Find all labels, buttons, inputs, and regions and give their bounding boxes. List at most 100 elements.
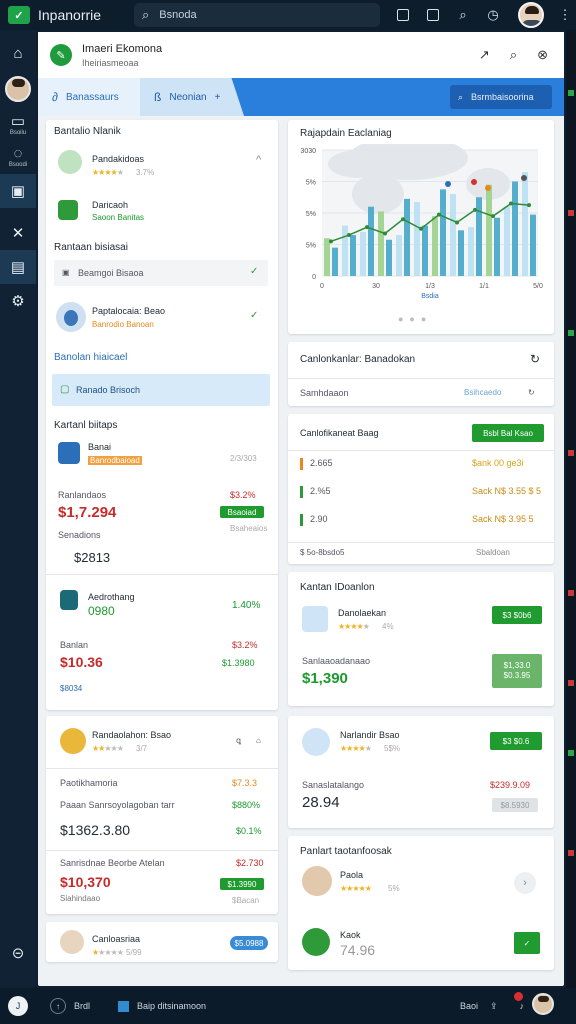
c2-num: 0980: [88, 604, 115, 618]
check-icon[interactable]: ✓: [250, 310, 258, 321]
chart-bar: [486, 184, 492, 276]
search-icon[interactable]: ⌕: [510, 47, 517, 63]
dashboard-icon[interactable]: ▤: [0, 250, 36, 284]
tab2-plus[interactable]: +: [215, 92, 221, 103]
chevron-down-icon[interactable]: ✓: [250, 266, 258, 277]
chart-point: [509, 201, 513, 206]
c3-row2-label: Paaan Sanrsoyolagoban tarr: [60, 800, 175, 810]
p5-big: 28.94: [302, 794, 340, 811]
app-logo-icon[interactable]: ✓: [8, 6, 30, 24]
p6-big: 74.96: [340, 942, 376, 958]
c3-red: $2.730: [236, 858, 264, 868]
home-icon[interactable]: ⌂: [0, 36, 36, 70]
profile-avatar[interactable]: [5, 76, 31, 102]
chart-bar: [350, 235, 356, 276]
zoom-icon[interactable]: ⌕: [454, 6, 472, 24]
help-icon[interactable]: ⊝: [0, 936, 36, 970]
pager-dots[interactable]: ●●●: [398, 314, 432, 324]
refresh-icon[interactable]: ↻: [528, 388, 535, 397]
search-input[interactable]: ⌕ Bsnoda: [134, 3, 380, 27]
start-button[interactable]: J: [8, 996, 28, 1016]
settings-icon[interactable]: ⚙: [0, 284, 36, 318]
chart-bar: [386, 239, 392, 276]
x-tick-label: 1/1: [479, 283, 489, 290]
p5-button[interactable]: $3 $0.6: [490, 732, 542, 750]
app-title: Inpanorrie: [38, 7, 102, 23]
chevron-up-icon[interactable]: ^: [256, 154, 261, 166]
c3-big: $1362.3.80: [60, 822, 131, 838]
chart-bar: [378, 211, 384, 276]
chart-bar: [494, 217, 500, 276]
rail-label-3: Bsoodi: [8, 162, 28, 168]
rating-stars: ★★★★★: [340, 744, 372, 753]
p4-big: $1,390: [302, 670, 348, 687]
p4-name: Danolaekan: [338, 608, 387, 618]
expand-icon[interactable]: ↗: [479, 47, 490, 63]
c3-row2-val: $880%: [232, 800, 261, 810]
refresh-icon[interactable]: ↻: [530, 352, 540, 366]
tab1-label: Banassaurs: [65, 91, 119, 103]
tab-action-button[interactable]: ⌕ Bsrmbaisoorina: [450, 85, 552, 109]
taskbar-avatar[interactable]: [532, 993, 554, 1015]
notification-badge: [514, 992, 523, 1001]
pin-icon[interactable]: ꝗ: [236, 736, 241, 745]
chart-bar: [414, 201, 420, 276]
y-tick-label: 0: [312, 274, 316, 281]
item3-sub: Banrodio Banoan: [92, 320, 154, 329]
c1-value2: $2813: [74, 550, 111, 565]
taskbar-item-1[interactable]: Brdl: [74, 1001, 90, 1011]
close-icon[interactable]: ⊗: [537, 47, 548, 63]
people-panel: Panlart taotanfoosak Paola ★★★★★ 5% › Ka…: [288, 836, 554, 970]
p4-button-2[interactable]: $1,33.0 $0.3.95: [492, 654, 542, 688]
chart-bar: [404, 198, 410, 276]
strip-mark: [568, 210, 574, 216]
c2-red: $3.2%: [232, 640, 258, 650]
panel3-button[interactable]: Bsbl Bal Ksao: [472, 424, 544, 442]
chart-title: Rajapdain Eaclaniag: [300, 128, 392, 139]
rating-stars: ★★★★★: [92, 168, 124, 177]
plant-icon: [58, 200, 78, 220]
p4-button[interactable]: $3 $0b6: [492, 606, 542, 624]
p5-small[interactable]: $8.5930: [492, 798, 538, 812]
taskbar-item-3[interactable]: Baoi: [460, 1001, 478, 1011]
clock-icon[interactable]: ◷: [484, 6, 502, 24]
c4-button[interactable]: $5.0988: [230, 936, 268, 950]
p5-red: $239.9.09: [490, 780, 531, 790]
list-panel: Canlofikaneat Baag Bsbl Bal Ksao 2.665 $a…: [288, 414, 554, 564]
chart-bar: [342, 225, 348, 276]
up-icon[interactable]: ⌂: [256, 736, 261, 745]
board-icon[interactable]: ▣: [0, 174, 36, 208]
check-button[interactable]: ✓: [514, 932, 540, 954]
panel6-title: Panlart taotanfoosak: [300, 846, 392, 857]
top-bar: ✓ Inpanorrie ⌕ Bsnoda ⌕ ◷ ⋮: [0, 0, 576, 30]
edit-icon[interactable]: [424, 6, 442, 24]
share-icon[interactable]: ⇪: [490, 1001, 498, 1012]
divider: [288, 378, 554, 379]
tools-icon[interactable]: ✕: [0, 216, 36, 250]
chevron-right-icon[interactable]: ›: [514, 872, 536, 894]
chart-bar: [458, 230, 464, 276]
tab-banassaurs[interactable]: ∂ Banassaurs: [38, 78, 140, 116]
divider: [288, 450, 554, 451]
taskbar-item-2[interactable]: Baip ditsinamoon: [137, 1001, 206, 1011]
c3-button[interactable]: $1.3990: [220, 878, 264, 890]
y-tick-label: 5%: [306, 243, 316, 250]
chart-bar: [504, 206, 510, 276]
user-avatar[interactable]: [518, 2, 544, 28]
more-icon[interactable]: ⋮: [556, 6, 574, 24]
left-card-3: Canloasriaa ★★★★★ 5/99 $5.0988: [46, 922, 278, 962]
tab-neonian[interactable]: ß Neonian +: [140, 78, 244, 116]
item2-sub: Saoon Banitas: [92, 213, 145, 222]
arrow-icon[interactable]: ↑: [50, 998, 66, 1014]
y-tick-label: 3030: [300, 148, 316, 155]
window-icon[interactable]: [118, 1000, 130, 1012]
chart-bar: [450, 194, 456, 276]
c1-button[interactable]: Bsaoiad: [220, 506, 264, 518]
chart-bar: [512, 181, 518, 276]
chart-point: [491, 214, 495, 219]
c2-label: Banlan: [60, 640, 89, 650]
p6-name2: Kaok: [340, 930, 361, 940]
calendar-icon[interactable]: [394, 6, 412, 24]
bell-icon[interactable]: ♪: [520, 1001, 525, 1011]
chart-point: [401, 217, 405, 222]
